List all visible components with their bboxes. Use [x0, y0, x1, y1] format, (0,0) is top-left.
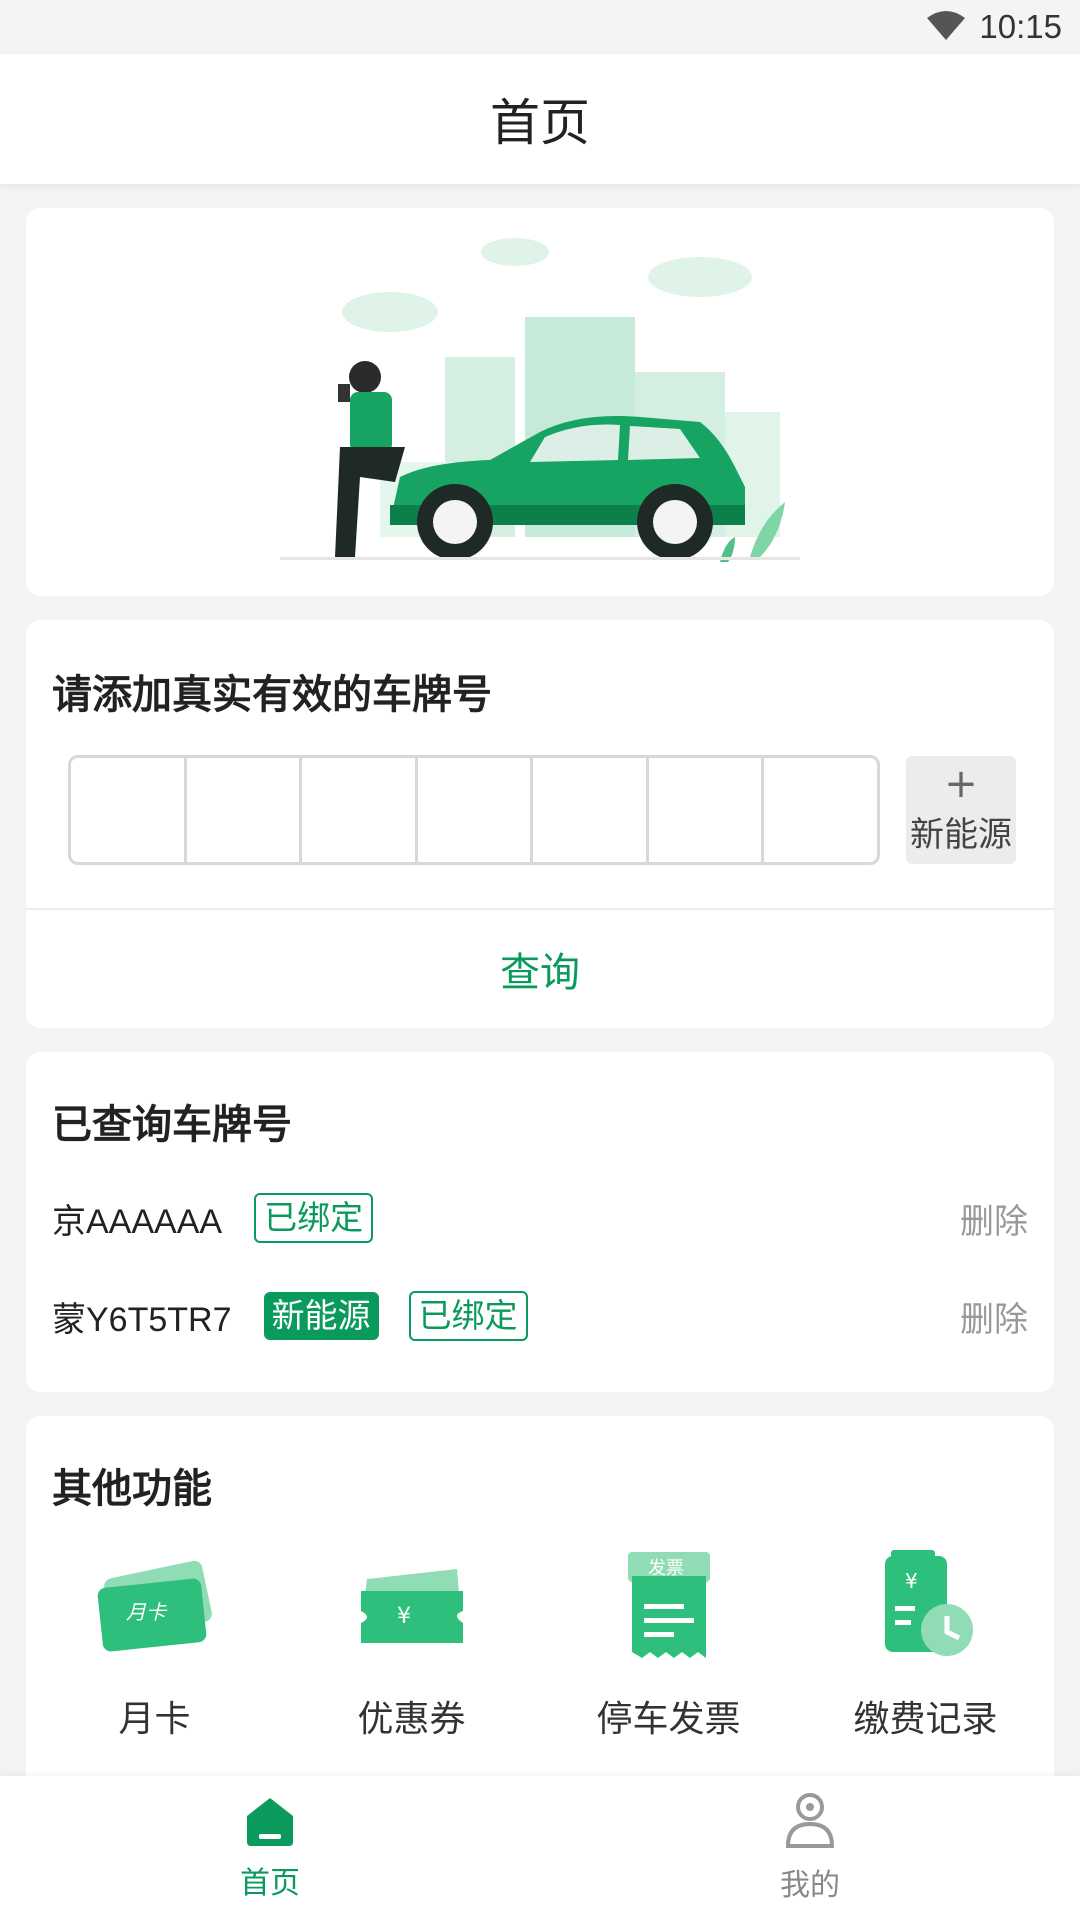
- feature-label: 优惠券: [357, 1699, 466, 1740]
- query-button[interactable]: 查询: [26, 910, 1054, 1028]
- person-with-green-car-illustration: [280, 238, 800, 562]
- svg-text:发票: 发票: [648, 1558, 684, 1579]
- other-features-title: 其他功能: [52, 1466, 212, 1512]
- feature-monthly-card[interactable]: 月卡 月卡: [26, 1536, 283, 1742]
- bound-badge: 已绑定: [408, 1291, 528, 1341]
- feature-label: 缴费记录: [853, 1699, 998, 1740]
- plate-row: 京AAAAAA 已绑定 删除: [52, 1188, 1028, 1248]
- bound-badge: 已绑定: [254, 1193, 374, 1243]
- plate-char-box[interactable]: [302, 758, 418, 862]
- delete-button[interactable]: 删除: [960, 1194, 1028, 1243]
- nav-bar: 首页: [0, 54, 1080, 184]
- feature-coupon[interactable]: ¥ 优惠券: [283, 1536, 540, 1742]
- status-time: 10:15: [979, 8, 1062, 45]
- plate-char-box[interactable]: [71, 758, 187, 862]
- user-icon: [783, 1792, 837, 1854]
- plate-number-input: [68, 755, 880, 865]
- delete-button[interactable]: 删除: [960, 1292, 1028, 1341]
- other-features-card: 其他功能 月卡 月卡 ¥ 优惠券 发票 停车发票 ¥ 缴费记录: [26, 1416, 1054, 1776]
- svg-text:¥: ¥: [397, 1604, 411, 1629]
- feature-payment-record[interactable]: ¥ 缴费记录: [797, 1536, 1054, 1742]
- monthly-card-icon: 月卡: [85, 1536, 225, 1676]
- wifi-icon: [927, 10, 966, 44]
- feature-parking-invoice[interactable]: 发票 停车发票: [540, 1536, 797, 1742]
- plate-char-box[interactable]: [649, 758, 765, 862]
- plate-char-box[interactable]: [764, 758, 877, 862]
- plate-char-box[interactable]: [187, 758, 303, 862]
- tab-label: 首页: [240, 1866, 300, 1901]
- svg-text:¥: ¥: [905, 1569, 918, 1593]
- coupon-icon: ¥: [342, 1536, 482, 1676]
- banner-card: [26, 208, 1054, 596]
- plate-char-box[interactable]: [533, 758, 649, 862]
- bottom-tab-bar: 首页 我的: [0, 1776, 1080, 1920]
- new-energy-badge: 新能源: [263, 1292, 379, 1340]
- payment-record-icon: ¥: [856, 1536, 996, 1676]
- plate-number: 京AAAAAA: [52, 1202, 223, 1241]
- plate-row: 蒙Y6T5TR7 新能源 已绑定 删除: [52, 1286, 1028, 1346]
- home-icon: [243, 1794, 297, 1852]
- new-energy-label: 新能源: [910, 814, 1012, 855]
- status-bar: 10:15: [0, 0, 1080, 54]
- queried-plates-card: 已查询车牌号 京AAAAAA 已绑定 删除 蒙Y6T5TR7 新能源 已绑定 删…: [26, 1052, 1054, 1392]
- plate-number: 蒙Y6T5TR7: [52, 1300, 232, 1339]
- tab-mine[interactable]: 我的: [540, 1776, 1080, 1920]
- tab-home[interactable]: 首页: [0, 1776, 540, 1920]
- feature-label: 停车发票: [596, 1699, 741, 1740]
- new-energy-button[interactable]: + 新能源: [906, 756, 1016, 864]
- page-title: 首页: [490, 94, 590, 152]
- invoice-icon: 发票: [599, 1536, 739, 1676]
- features-grid: 月卡 月卡 ¥ 优惠券 发票 停车发票 ¥ 缴费记录: [26, 1536, 1054, 1742]
- tab-label: 我的: [780, 1868, 840, 1903]
- feature-label: 月卡: [118, 1699, 191, 1740]
- plus-icon: +: [944, 760, 978, 807]
- svg-text:月卡: 月卡: [126, 1600, 168, 1624]
- queried-plates-title: 已查询车牌号: [52, 1102, 292, 1148]
- plate-char-box[interactable]: [418, 758, 534, 862]
- plate-input-title: 请添加真实有效的车牌号: [52, 672, 492, 718]
- plate-input-card: 请添加真实有效的车牌号 + 新能源 查询: [26, 620, 1054, 1028]
